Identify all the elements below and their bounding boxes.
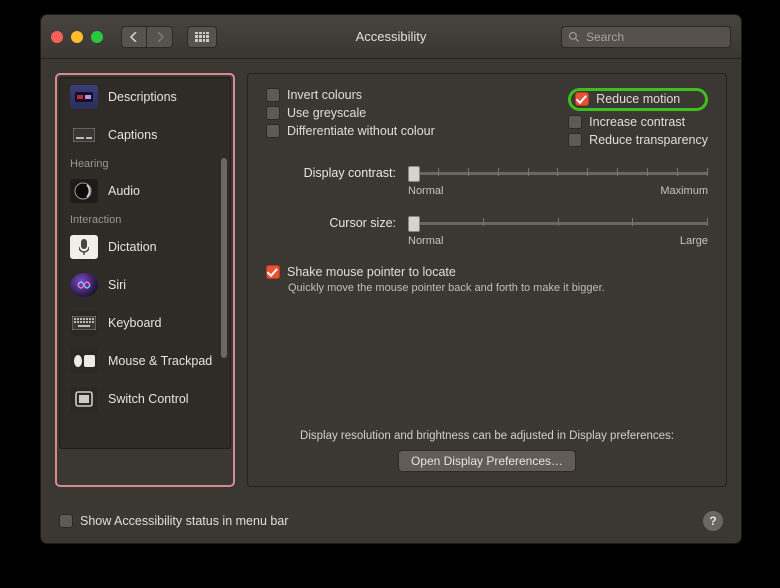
sidebar-item-keyboard[interactable]: Keyboard bbox=[60, 304, 230, 342]
content: Descriptions Captions Hearing Audio Inte… bbox=[41, 59, 741, 499]
show-all-button[interactable] bbox=[187, 26, 217, 48]
sidebar[interactable]: Descriptions Captions Hearing Audio Inte… bbox=[59, 77, 231, 449]
captions-icon bbox=[70, 123, 98, 147]
cursor-size-slider[interactable] bbox=[408, 215, 708, 231]
checkbox-label: Invert colours bbox=[287, 88, 362, 102]
sidebar-item-label: Dictation bbox=[108, 240, 157, 254]
sidebar-item-label: Captions bbox=[108, 128, 157, 142]
checkbox-label: Differentiate without colour bbox=[287, 124, 435, 138]
cursor-size-label: Cursor size: bbox=[266, 216, 396, 230]
forward-button[interactable] bbox=[147, 26, 173, 48]
sidebar-item-label: Descriptions bbox=[108, 90, 177, 104]
checkbox-label: Increase contrast bbox=[589, 115, 685, 129]
checkbox-label: Reduce motion bbox=[596, 92, 680, 106]
reduce-motion-highlight: Reduce motion bbox=[568, 88, 708, 111]
mouse-trackpad-icon bbox=[70, 349, 98, 373]
sidebar-highlight: Descriptions Captions Hearing Audio Inte… bbox=[55, 73, 235, 487]
search-icon bbox=[568, 31, 580, 43]
slider-min-label: Normal bbox=[408, 185, 443, 197]
accessibility-window: Accessibility Search Descriptions Captio… bbox=[40, 14, 742, 544]
titlebar: Accessibility Search bbox=[41, 15, 741, 59]
help-button[interactable]: ? bbox=[703, 511, 723, 531]
sidebar-item-label: Siri bbox=[108, 278, 126, 292]
slider-knob[interactable] bbox=[408, 166, 420, 182]
search-field[interactable]: Search bbox=[561, 26, 731, 48]
sidebar-item-dictation[interactable]: Dictation bbox=[60, 228, 230, 266]
sidebar-item-label: Switch Control bbox=[108, 392, 189, 406]
slider-knob[interactable] bbox=[408, 216, 420, 232]
checkbox-grid: Invert colours Use greyscale Differentia… bbox=[266, 88, 708, 147]
checkbox-label: Use greyscale bbox=[287, 106, 366, 120]
open-display-preferences-button[interactable]: Open Display Preferences… bbox=[398, 450, 576, 472]
sidebar-item-switch-control[interactable]: Switch Control bbox=[60, 380, 230, 418]
footer: Show Accessibility status in menu bar ? bbox=[41, 499, 741, 543]
shake-pointer-hint: Quickly move the mouse pointer back and … bbox=[288, 282, 708, 294]
slider-max-label: Large bbox=[680, 235, 708, 247]
audio-icon bbox=[70, 179, 98, 203]
display-contrast-slider[interactable] bbox=[408, 165, 708, 181]
slider-max-label: Maximum bbox=[660, 185, 708, 197]
zoom-button[interactable] bbox=[91, 31, 103, 43]
sidebar-item-label: Audio bbox=[108, 184, 140, 198]
sidebar-section-interaction: Interaction bbox=[60, 210, 230, 228]
switch-control-icon bbox=[70, 387, 98, 411]
sidebar-item-mouse-trackpad[interactable]: Mouse & Trackpad bbox=[60, 342, 230, 380]
checkbox-increase-contrast[interactable]: Increase contrast bbox=[568, 115, 708, 129]
sidebar-item-label: Keyboard bbox=[108, 316, 162, 330]
checkbox-label: Reduce transparency bbox=[589, 133, 708, 147]
window-controls bbox=[51, 31, 103, 43]
sidebar-item-descriptions[interactable]: Descriptions bbox=[60, 78, 230, 116]
checkbox-reduce-motion[interactable]: Reduce motion bbox=[575, 92, 697, 106]
checkbox-reduce-transparency[interactable]: Reduce transparency bbox=[568, 133, 708, 147]
descriptions-icon bbox=[70, 85, 98, 109]
sidebar-item-captions[interactable]: Captions bbox=[60, 116, 230, 154]
sidebar-section-hearing: Hearing bbox=[60, 154, 230, 172]
close-button[interactable] bbox=[51, 31, 63, 43]
display-contrast-label: Display contrast: bbox=[266, 166, 396, 180]
checkbox-shake-pointer[interactable]: Shake mouse pointer to locate bbox=[266, 265, 708, 279]
sidebar-item-audio[interactable]: Audio bbox=[60, 172, 230, 210]
sidebar-item-siri[interactable]: Siri bbox=[60, 266, 230, 304]
nav-buttons bbox=[121, 26, 173, 48]
chevron-left-icon bbox=[130, 32, 138, 42]
checkbox-label: Shake mouse pointer to locate bbox=[287, 265, 456, 279]
checkbox-label: Show Accessibility status in menu bar bbox=[80, 514, 288, 528]
dictation-icon bbox=[70, 235, 98, 259]
checkbox-invert-colours[interactable]: Invert colours bbox=[266, 88, 435, 102]
keyboard-icon bbox=[70, 311, 98, 335]
minimize-button[interactable] bbox=[71, 31, 83, 43]
sidebar-item-label: Mouse & Trackpad bbox=[108, 354, 212, 368]
settings-pane: Invert colours Use greyscale Differentia… bbox=[247, 73, 727, 487]
display-preferences-note: Display resolution and brightness can be… bbox=[266, 430, 708, 442]
slider-min-label: Normal bbox=[408, 235, 443, 247]
checkbox-use-greyscale[interactable]: Use greyscale bbox=[266, 106, 435, 120]
chevron-right-icon bbox=[156, 32, 164, 42]
grid-icon bbox=[195, 32, 209, 42]
checkbox-show-status-menubar[interactable]: Show Accessibility status in menu bar bbox=[59, 514, 288, 528]
checkbox-differentiate-without-colour[interactable]: Differentiate without colour bbox=[266, 124, 435, 138]
sidebar-scrollbar[interactable] bbox=[221, 158, 227, 358]
back-button[interactable] bbox=[121, 26, 147, 48]
siri-icon bbox=[70, 273, 98, 297]
search-placeholder: Search bbox=[586, 30, 624, 44]
